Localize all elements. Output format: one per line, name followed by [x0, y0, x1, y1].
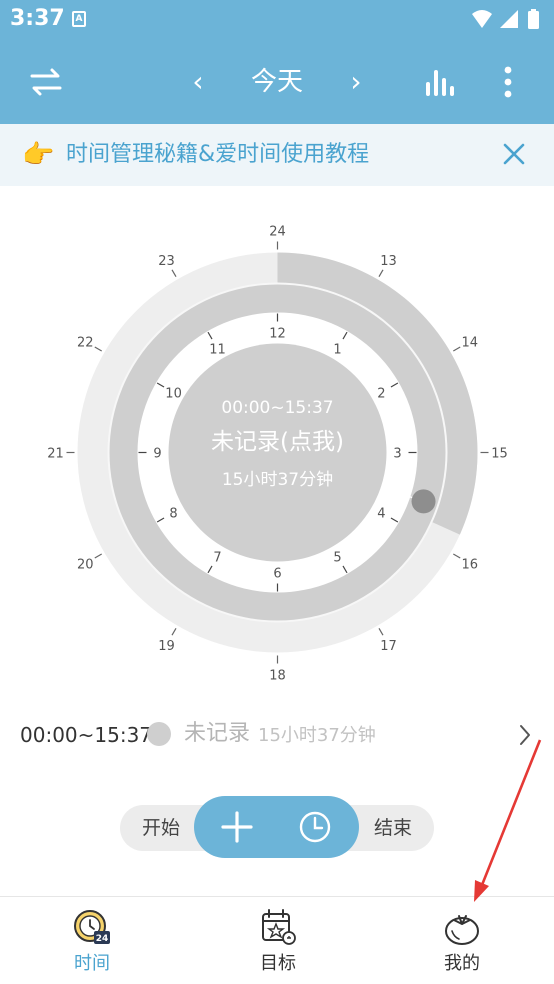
battery-icon	[528, 11, 539, 29]
dial-outer-tick	[94, 553, 102, 559]
dial-inner-label: 7	[213, 550, 221, 565]
dial-inner-label: 11	[209, 343, 226, 358]
signal-icon	[500, 10, 518, 28]
dial-inner-label: 6	[273, 567, 281, 582]
dial-outer-label: 24	[269, 225, 286, 240]
banner-text[interactable]: 时间管理秘籍&爱时间使用教程	[66, 140, 369, 170]
tomato-icon	[445, 915, 479, 945]
action-pill	[194, 796, 359, 858]
dial-inner-label: 5	[333, 550, 341, 565]
statistics-icon[interactable]	[424, 66, 456, 98]
dial-inner-label: 3	[393, 447, 401, 462]
tab-goal-label: 目标	[260, 953, 296, 974]
swap-icon[interactable]	[28, 64, 64, 100]
dial-outer-label: 21	[47, 447, 64, 462]
dial-outer-label: 23	[158, 254, 175, 269]
next-day-button[interactable]: ›	[344, 64, 368, 100]
clock-badge: 24	[96, 934, 109, 944]
pointing-hand-icon: 👉	[22, 140, 55, 170]
dial-outer-label: 13	[380, 254, 397, 269]
dial-outer-label: 16	[461, 558, 478, 573]
dial-inner-label: 4	[377, 507, 385, 522]
entry-range: 00:00~15:37	[20, 723, 153, 747]
prev-day-button[interactable]: ‹	[186, 64, 210, 100]
tab-mine[interactable]: 我的	[402, 907, 522, 979]
entry-duration: 15小时37分钟	[258, 725, 376, 746]
dial-inner-label: 12	[269, 327, 286, 342]
page-title: 今天	[250, 67, 303, 97]
chevron-right-icon[interactable]	[514, 720, 536, 750]
tab-goal[interactable]: 目标	[218, 907, 338, 979]
dial-inner-label: 2	[377, 387, 385, 402]
more-icon[interactable]	[496, 64, 520, 100]
dial-outer-tick	[378, 628, 384, 636]
dial-handle[interactable]	[411, 489, 436, 514]
dial-center-range: 00:00~15:37	[221, 398, 333, 418]
calendar-target-icon	[262, 909, 296, 945]
app-bar: ‹ 今天 ›	[0, 40, 554, 124]
clock-24-icon: 24	[74, 910, 110, 944]
clock-icon[interactable]	[298, 810, 332, 844]
tab-time[interactable]: 24 时间	[32, 907, 152, 979]
dial-outer-tick	[453, 346, 461, 352]
entry-color-dot	[147, 722, 171, 746]
dial-outer-label: 15	[491, 447, 508, 462]
dial-outer-label: 17	[380, 639, 397, 654]
dial-inner-label: 8	[169, 507, 177, 522]
notification-icon: A	[72, 11, 86, 27]
wifi-icon	[472, 10, 492, 28]
add-record-button[interactable]	[220, 810, 254, 844]
status-icons	[472, 9, 539, 29]
dial-inner-label: 1	[333, 343, 341, 358]
dial-outer-tick	[171, 628, 177, 636]
dial-outer-label: 22	[77, 336, 94, 351]
bottom-nav: 24 时间 目标 我的	[0, 896, 554, 984]
tab-time-label: 时间	[74, 953, 110, 974]
dial-center-label[interactable]: 未记录(点我)	[211, 429, 344, 455]
status-bar: 3:37 A	[0, 0, 554, 40]
time-dial[interactable]: 241314151617181920212223 121234567891011…	[40, 215, 515, 690]
dial-outer-tick	[453, 553, 461, 559]
entry-label: 未记录	[184, 721, 251, 746]
dial-outer-tick	[94, 346, 102, 352]
dial-outer-label: 18	[269, 669, 286, 684]
start-button[interactable]: 开始	[142, 805, 180, 851]
record-entry-row[interactable]: 00:00~15:37 未记录 15小时37分钟	[0, 712, 554, 758]
tutorial-banner[interactable]: 👉 时间管理秘籍&爱时间使用教程	[0, 124, 554, 186]
dial-outer-label: 19	[158, 639, 175, 654]
dial-outer-label: 20	[77, 558, 94, 573]
dial-outer-label: 14	[461, 336, 478, 351]
dial-outer-tick	[378, 269, 384, 277]
end-button[interactable]: 结束	[374, 805, 412, 851]
status-time: 3:37	[10, 6, 65, 31]
dial-inner-label: 10	[165, 387, 182, 402]
dial-outer-tick	[171, 269, 177, 277]
tab-mine-label: 我的	[444, 953, 480, 974]
dial-center-duration: 15小时37分钟	[222, 470, 333, 490]
dial-inner-label: 9	[153, 447, 161, 462]
close-icon[interactable]	[496, 136, 532, 172]
